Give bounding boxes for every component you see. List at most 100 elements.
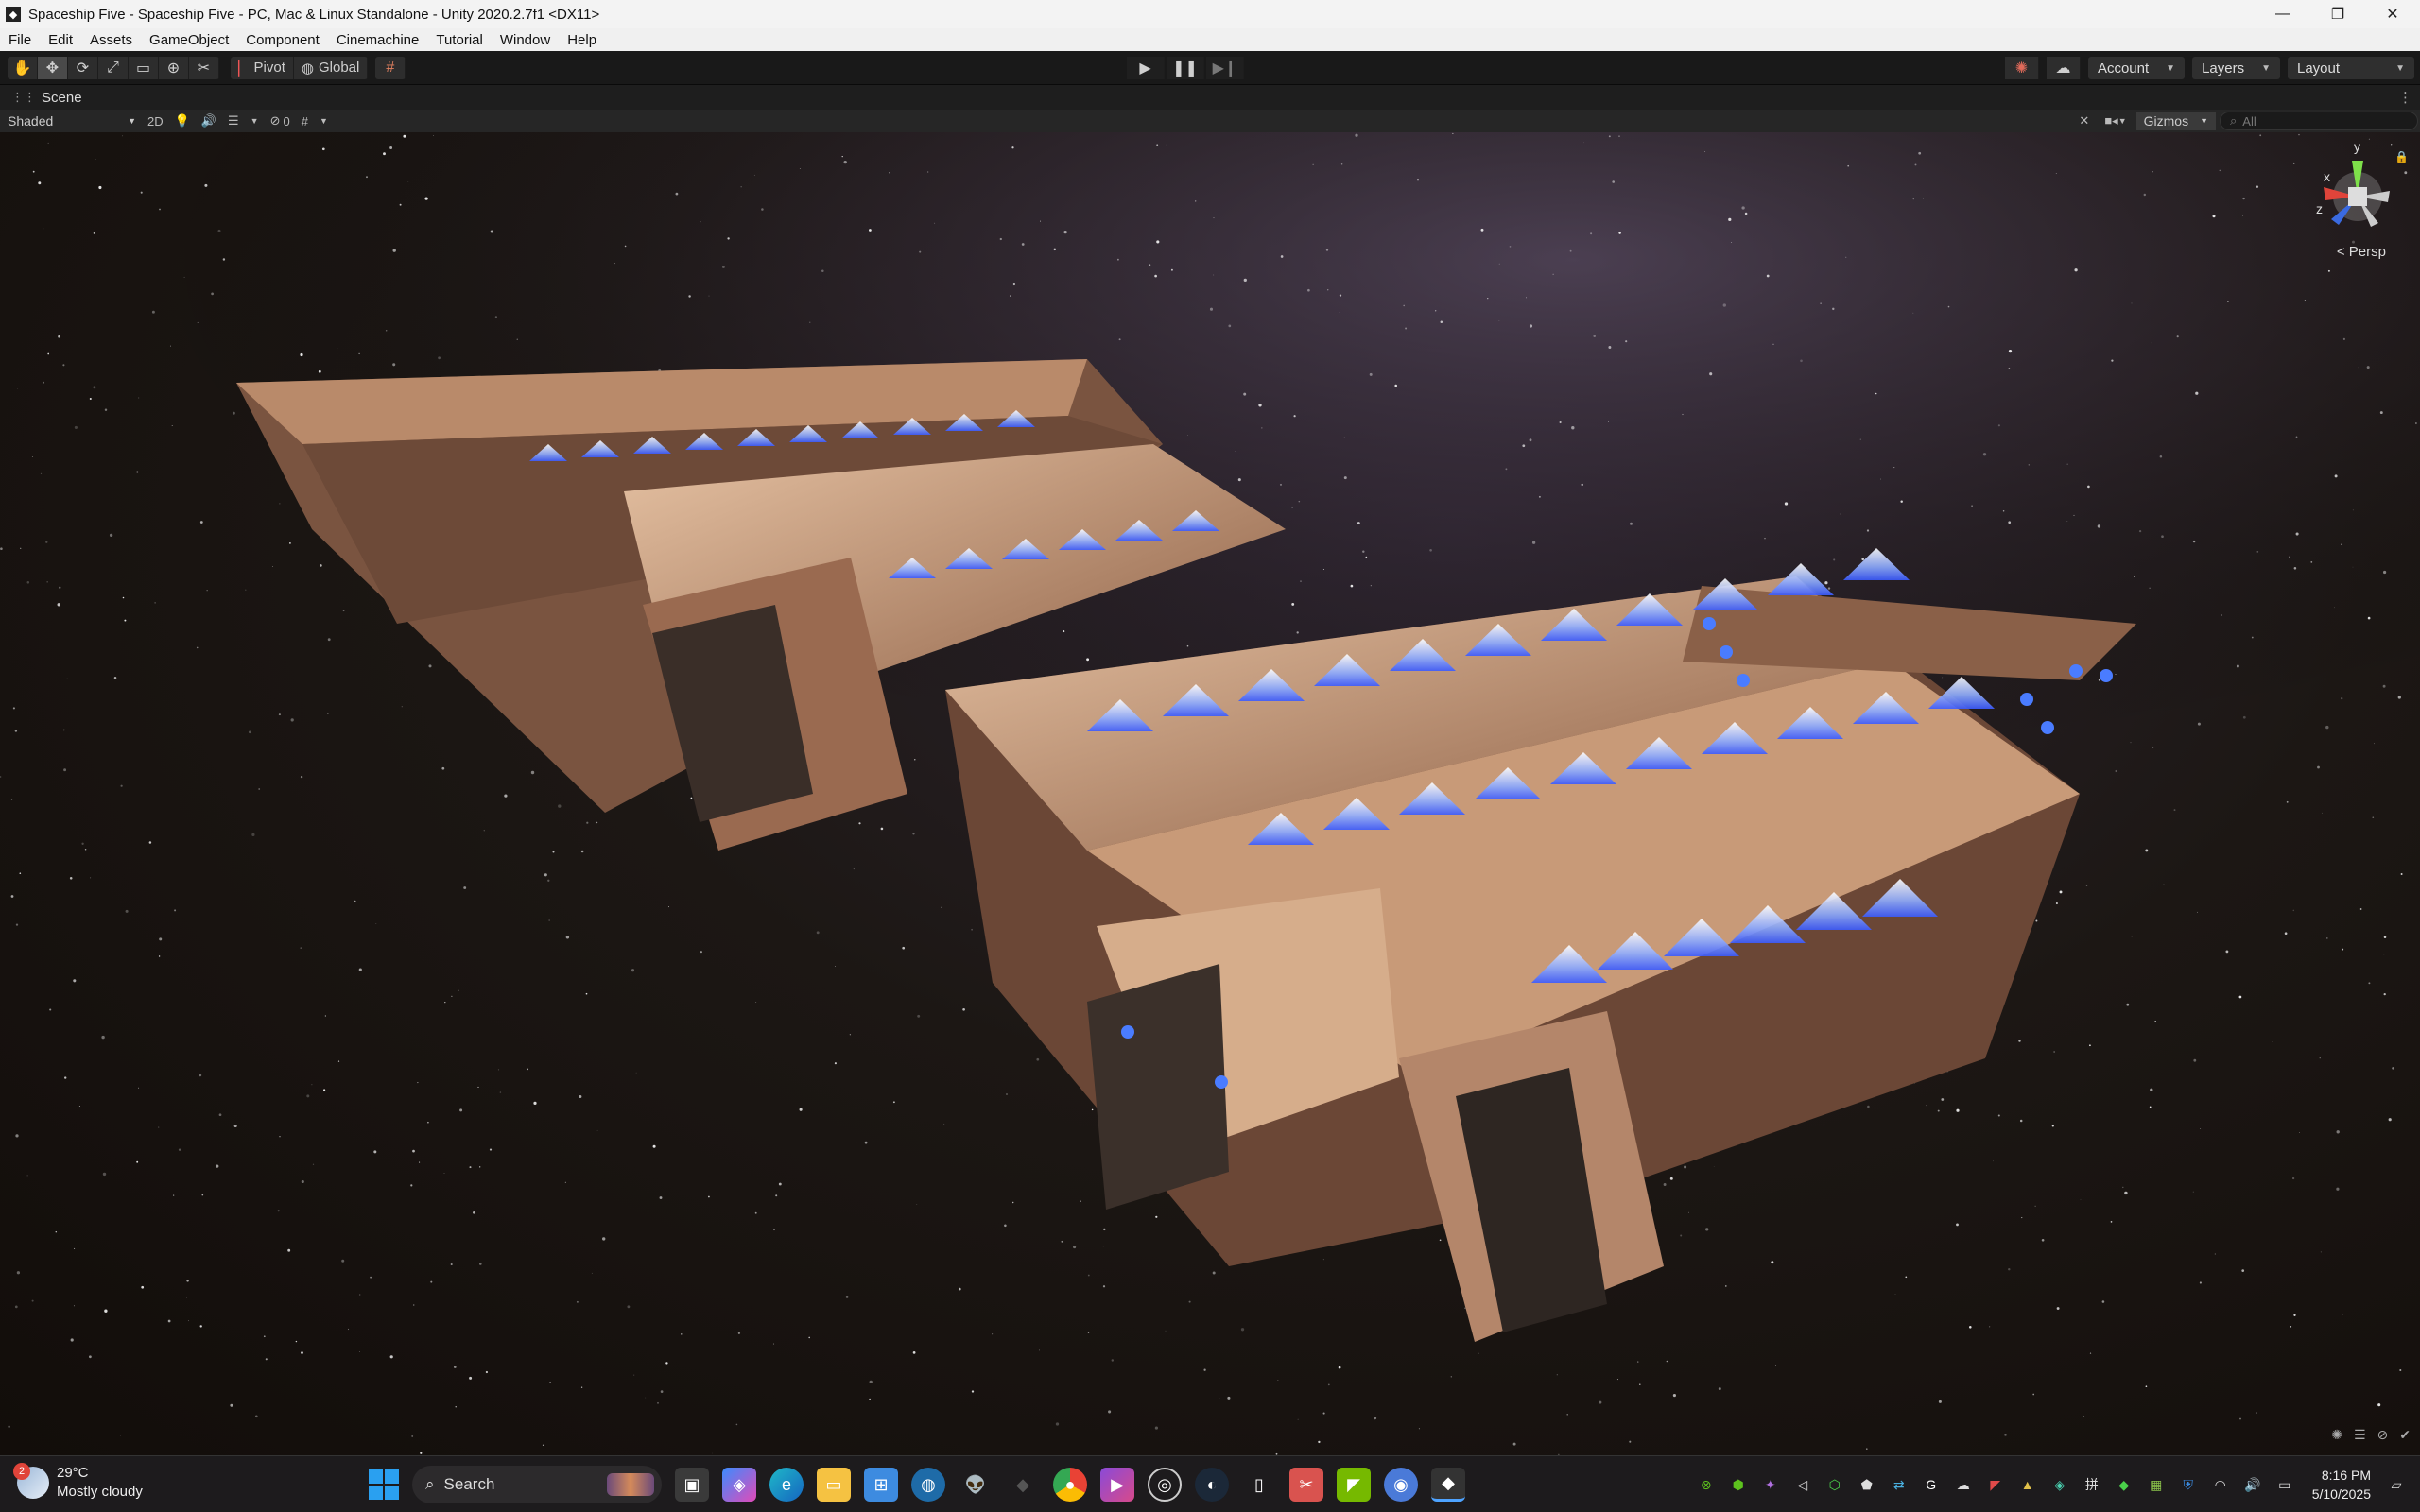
unity-taskbar-icon[interactable]: ◆	[1431, 1468, 1465, 1502]
menu-gameobject[interactable]: GameObject	[141, 32, 237, 48]
tray-cloud-icon[interactable]: ☁	[1951, 1472, 1976, 1497]
tray-app-purple-icon[interactable]: ✦	[1758, 1472, 1783, 1497]
xbox-icon[interactable]: ⊗	[1694, 1472, 1719, 1497]
collab-icon[interactable]: ✺	[2004, 57, 2039, 79]
custom-tool-icon[interactable]: ✂	[189, 56, 219, 79]
rect-tool-icon[interactable]: ▭	[129, 56, 159, 79]
menu-edit[interactable]: Edit	[40, 32, 81, 48]
tray-teal-icon[interactable]: ◈	[2048, 1472, 2072, 1497]
menu-component[interactable]: Component	[237, 32, 328, 48]
alienware-dark-icon[interactable]: ◆	[1006, 1468, 1040, 1502]
pivot-button[interactable]: ▏ Pivot	[231, 56, 294, 79]
more-options-icon[interactable]: ⋮	[2398, 89, 2412, 106]
rotate-tool-icon[interactable]: ⟳	[68, 56, 98, 79]
minimize-button[interactable]: —	[2256, 0, 2310, 28]
windows-start-icon[interactable]	[369, 1469, 399, 1500]
star	[1900, 500, 1903, 503]
battery-icon[interactable]: ▭	[2273, 1472, 2297, 1497]
chrome-icon[interactable]: ●	[1053, 1468, 1087, 1502]
camera-icon[interactable]: ■◂ ▼	[2099, 112, 2132, 130]
hand-tool-icon[interactable]: ✋	[8, 56, 38, 79]
weather-widget[interactable]: 2 29°C Mostly cloudy	[13, 1463, 143, 1502]
tools-icon[interactable]: ✕	[2073, 112, 2095, 130]
tray-yellow-icon[interactable]: ▲	[2015, 1472, 2040, 1497]
usb-drive-icon[interactable]: ▯	[1242, 1468, 1276, 1502]
nvidia-icon[interactable]: ◤	[1337, 1468, 1371, 1502]
tray-shield-icon[interactable]: ⛨	[2176, 1472, 2201, 1497]
browser-app-icon[interactable]: ◉	[1384, 1468, 1418, 1502]
layout-dropdown[interactable]: Layout ▼	[2288, 57, 2414, 79]
steam-icon[interactable]: ◐	[1195, 1468, 1229, 1502]
lock-icon[interactable]: 🔒	[2394, 150, 2409, 163]
copilot-icon[interactable]: ◈	[722, 1468, 756, 1502]
input-method-icon[interactable]: 拼	[2080, 1472, 2104, 1497]
menu-tutorial[interactable]: Tutorial	[427, 32, 491, 48]
media-player-icon[interactable]: ▶	[1100, 1468, 1134, 1502]
menu-assets[interactable]: Assets	[81, 32, 141, 48]
notifications-icon[interactable]: ▱	[2384, 1472, 2409, 1497]
tray-vpn-icon[interactable]: ⬟	[1855, 1472, 1879, 1497]
close-button[interactable]: ✕	[2365, 0, 2420, 28]
task-view-icon[interactable]: ▣	[675, 1468, 709, 1502]
bug-icon[interactable]: ✺	[2331, 1427, 2342, 1443]
database-icon[interactable]: ☰	[2354, 1427, 2366, 1443]
snipping-tool-icon[interactable]: ✂	[1289, 1468, 1323, 1502]
star	[2336, 1130, 2340, 1134]
visual-studio-icon[interactable]: ◁	[1790, 1472, 1815, 1497]
grammarly-icon[interactable]: G	[1919, 1472, 1944, 1497]
tray-app-green-icon[interactable]: ⬢	[1726, 1472, 1751, 1497]
menu-help[interactable]: Help	[559, 32, 605, 48]
scene-viewport[interactable]: y x z 🔒 < Persp	[0, 132, 2420, 1455]
obs-icon[interactable]: ◎	[1148, 1468, 1182, 1502]
effects-caret-icon[interactable]: ▼	[245, 112, 265, 130]
unity-icon: ◆	[6, 7, 21, 22]
tray-red-icon[interactable]: ◤	[1983, 1472, 2008, 1497]
file-explorer-icon[interactable]: ▭	[817, 1468, 851, 1502]
store-icon[interactable]: ⊞	[864, 1468, 898, 1502]
pause-button[interactable]: ❚❚	[1167, 57, 1204, 79]
maximize-button[interactable]: ❐	[2310, 0, 2365, 28]
clock[interactable]: 8:16 PM 5/10/2025	[2312, 1466, 2371, 1503]
star	[1322, 1412, 1325, 1415]
toggle-2d-button[interactable]: 2D	[142, 112, 169, 130]
cloud-icon[interactable]: ☁	[2046, 57, 2081, 79]
grid-toggle-icon[interactable]: #	[296, 112, 314, 130]
wifi-icon[interactable]: ◠	[2208, 1472, 2233, 1497]
grid-snap-icon[interactable]: #	[375, 56, 406, 79]
tray-sync-icon[interactable]: ⇄	[1887, 1472, 1911, 1497]
tray-map-icon[interactable]: ▦	[2144, 1472, 2169, 1497]
effects-icon[interactable]: ☰	[222, 112, 245, 130]
menu-cinemachine[interactable]: Cinemachine	[328, 32, 428, 48]
projection-toggle[interactable]: < Persp	[2337, 244, 2386, 260]
check-icon[interactable]: ✔	[2399, 1427, 2411, 1443]
star	[2214, 1253, 2216, 1255]
gizmos-dropdown[interactable]: Gizmos ▼	[2135, 112, 2216, 130]
lighting-icon[interactable]: 💡	[169, 112, 196, 130]
transform-tool-icon[interactable]: ⊕	[159, 56, 189, 79]
taskbar-search[interactable]: ⌕ Search	[412, 1466, 662, 1503]
tray-green-dot-icon[interactable]: ◆	[2112, 1472, 2136, 1497]
draw-mode-dropdown[interactable]: Shaded ▼	[2, 112, 142, 130]
camera-off-icon[interactable]: ⊘	[2377, 1427, 2389, 1443]
global-button[interactable]: ◍ Global	[293, 56, 369, 79]
move-tool-icon[interactable]: ✥	[38, 56, 68, 79]
edge-icon[interactable]: e	[769, 1468, 804, 1502]
audio-icon[interactable]: 🔊	[196, 112, 222, 130]
scene-tab[interactable]: Scene	[42, 90, 82, 106]
grid-caret-icon[interactable]: ▼	[314, 112, 334, 130]
menu-window[interactable]: Window	[492, 32, 559, 48]
account-dropdown[interactable]: Account ▼	[2087, 57, 2186, 79]
play-button[interactable]: ▶	[1127, 57, 1165, 79]
volume-icon[interactable]: 🔊	[2240, 1472, 2265, 1497]
star	[272, 565, 273, 567]
scale-tool-icon[interactable]: ⤢	[98, 56, 129, 79]
scene-search-input[interactable]: ⌕ All	[2220, 112, 2418, 130]
tray-hexagon-icon[interactable]: ⬡	[1823, 1472, 1847, 1497]
menu-file[interactable]: File	[0, 32, 40, 48]
layers-label: Layers	[2202, 60, 2245, 77]
hidden-objects-toggle[interactable]: ⊘ 0	[265, 112, 296, 130]
layers-dropdown[interactable]: Layers ▼	[2192, 57, 2280, 79]
step-button[interactable]: ▶❙	[1206, 57, 1244, 79]
alienware-icon[interactable]: 👽	[959, 1468, 993, 1502]
globe-app-icon[interactable]: ◍	[911, 1468, 945, 1502]
